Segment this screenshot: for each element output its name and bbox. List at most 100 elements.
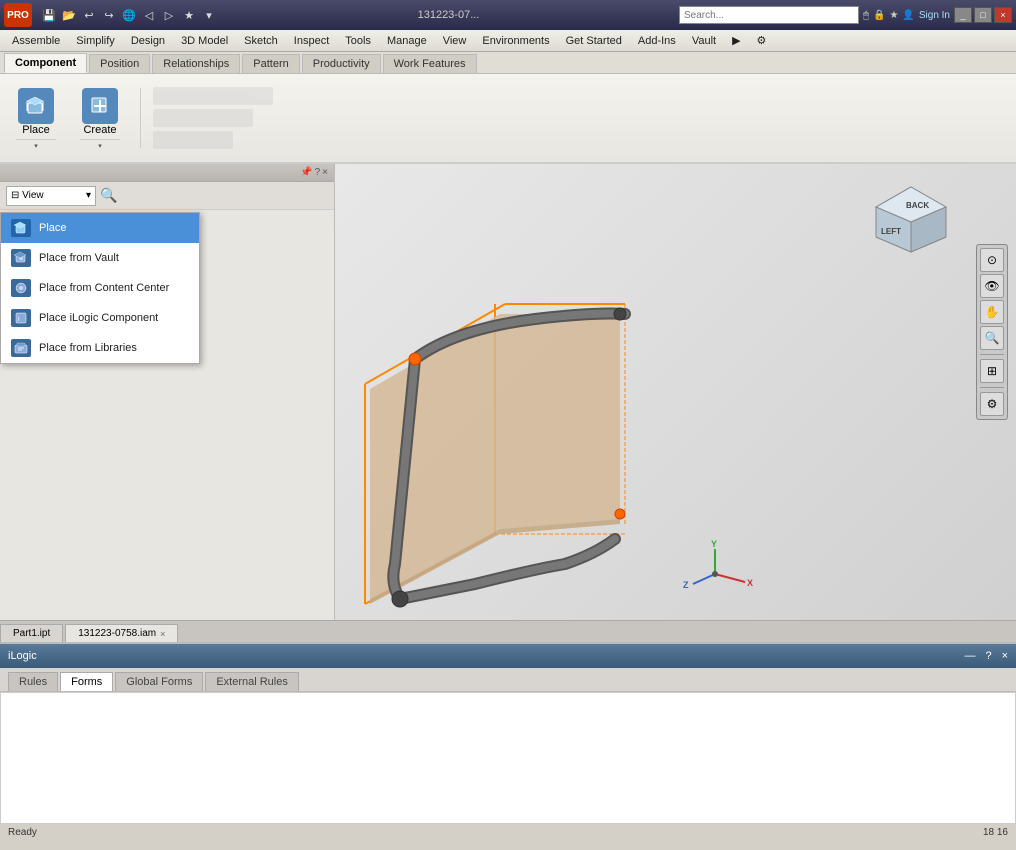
panel-tab-globalforms[interactable]: Global Forms xyxy=(115,672,203,691)
sign-in-label[interactable]: Sign In xyxy=(919,10,950,21)
bottom-panel: iLogic — ? × Rules Forms Global Forms Ex… xyxy=(0,642,1016,822)
bottom-panel-content xyxy=(0,692,1016,824)
close-btn[interactable]: × xyxy=(994,7,1012,23)
ribbon-toolbar: Place ▾ Create ▾ xyxy=(0,74,1016,164)
tab-relationships[interactable]: Relationships xyxy=(152,54,240,73)
menu-design[interactable]: Design xyxy=(123,33,173,49)
nav-back-btn[interactable]: ◁ xyxy=(140,6,158,24)
file-tab-part1-label: Part1.ipt xyxy=(13,628,50,639)
dropdown-btn[interactable]: ▾ xyxy=(200,6,218,24)
menu-3dmodel[interactable]: 3D Model xyxy=(173,33,236,49)
panel-header: 📌 ? × xyxy=(0,164,334,182)
3d-viewport[interactable]: BACK LEFT ⊙ 👁 ✋ 🔍 ⊞ ⚙ xyxy=(335,164,1016,620)
nav-forward-btn[interactable]: ▷ xyxy=(160,6,178,24)
view-arrow: ▾ xyxy=(86,190,91,201)
dropdown-menu: Place Place from Vault xyxy=(0,212,200,364)
menu-environments[interactable]: Environments xyxy=(474,33,557,49)
dropdown-item-place[interactable]: Place xyxy=(1,213,199,243)
tab-pattern[interactable]: Pattern xyxy=(242,54,299,73)
ribbon-separator xyxy=(140,88,141,148)
panel-tab-externalrules[interactable]: External Rules xyxy=(205,672,299,691)
bottom-panel-help-btn[interactable]: ? xyxy=(985,650,991,662)
3d-object: X Y Z xyxy=(335,224,855,620)
svg-text:X: X xyxy=(747,578,753,588)
maximize-btn[interactable]: □ xyxy=(974,7,992,23)
bottom-panel-header: iLogic — ? × xyxy=(0,644,1016,668)
menu-manage[interactable]: Manage xyxy=(379,33,435,49)
create-dropdown-arrow[interactable]: ▾ xyxy=(80,139,120,151)
title-search-input[interactable] xyxy=(679,6,859,24)
svg-text:Z: Z xyxy=(683,580,689,590)
bookmark-icon: ★ xyxy=(889,10,898,21)
menu-simplify[interactable]: Simplify xyxy=(68,33,123,49)
globe-btn[interactable]: 🌐 xyxy=(120,6,138,24)
panel-pin-btn[interactable]: 📌 xyxy=(300,167,312,178)
toolbar-div1 xyxy=(980,354,1004,355)
coordinates: 18 16 xyxy=(983,827,1008,838)
tab-component[interactable]: Component xyxy=(4,53,87,73)
panel-tab-rules[interactable]: Rules xyxy=(8,672,58,691)
panel-help-btn[interactable]: ? xyxy=(315,167,321,178)
place-button-group[interactable]: Place ▾ xyxy=(8,83,64,153)
panel-close-x[interactable]: × xyxy=(322,167,328,178)
dropdown-item-content-center[interactable]: Place from Content Center xyxy=(1,273,199,303)
save-btn[interactable]: 💾 xyxy=(40,6,58,24)
search-icon[interactable]: 🔍 xyxy=(100,187,117,204)
place-dropdown-arrow[interactable]: ▾ xyxy=(16,139,56,151)
menu-addins[interactable]: Add-Ins xyxy=(630,33,684,49)
main-area: 📌 ? × ⊟ View ▾ 🔍 Pl xyxy=(0,164,1016,620)
bottom-panel-minimize-btn[interactable]: — xyxy=(964,650,975,662)
menu-inspect[interactable]: Inspect xyxy=(286,33,337,49)
toolbar-div2 xyxy=(980,387,1004,388)
zoom-all-btn[interactable]: ⊞ xyxy=(980,359,1004,383)
star-btn[interactable]: ★ xyxy=(180,6,198,24)
orbit-btn[interactable]: ⊙ xyxy=(980,248,1004,272)
zoom-btn[interactable]: 🔍 xyxy=(980,326,1004,350)
view-dropdown[interactable]: ⊟ View ▾ xyxy=(6,186,96,206)
look-btn[interactable]: 👁 xyxy=(980,274,1004,298)
svg-text:Y: Y xyxy=(711,539,717,549)
file-tab-close-icon[interactable]: × xyxy=(160,629,165,639)
create-top[interactable]: Create xyxy=(76,85,124,139)
menu-settings[interactable]: ⚙ xyxy=(749,32,775,49)
tab-position[interactable]: Position xyxy=(89,54,150,73)
title-bar: PRO 💾 📂 ↩ ↪ 🌐 ◁ ▷ ★ ▾ 131223-07... 🖱 🔒 ★… xyxy=(0,0,1016,30)
place-top[interactable]: Place xyxy=(12,85,60,139)
create-button-group[interactable]: Create ▾ xyxy=(72,83,128,153)
menu-view[interactable]: View xyxy=(435,33,475,49)
pan-btn[interactable]: ✋ xyxy=(980,300,1004,324)
menu-more[interactable]: ▶ xyxy=(724,32,748,49)
more-tools xyxy=(153,87,273,149)
tab-productivity[interactable]: Productivity xyxy=(302,54,381,73)
bottom-panel-close-btn[interactable]: × xyxy=(1002,650,1008,662)
undo-btn[interactable]: ↩ xyxy=(80,6,98,24)
viewcube[interactable]: BACK LEFT xyxy=(866,182,956,257)
user-icon: 👤 xyxy=(902,10,914,21)
title-bar-right: 🖱 🔒 ★ 👤 Sign In xyxy=(863,10,950,21)
open-btn[interactable]: 📂 xyxy=(60,6,78,24)
ready-status: Ready xyxy=(8,827,37,838)
menu-tools[interactable]: Tools xyxy=(337,33,379,49)
svg-text:BACK: BACK xyxy=(906,201,929,210)
menu-getstarted[interactable]: Get Started xyxy=(558,33,630,49)
menu-assemble[interactable]: Assemble xyxy=(4,33,68,49)
dropdown-item-libraries[interactable]: Place from Libraries xyxy=(1,333,199,363)
redo-btn[interactable]: ↪ xyxy=(100,6,118,24)
dropdown-item-ilogic[interactable]: i Place iLogic Component xyxy=(1,303,199,333)
menu-vault[interactable]: Vault xyxy=(684,33,724,49)
file-tab-part1[interactable]: Part1.ipt xyxy=(0,624,63,642)
panel-tab-forms[interactable]: Forms xyxy=(60,672,113,691)
menu-sketch[interactable]: Sketch xyxy=(236,33,286,49)
bottom-panel-title: iLogic xyxy=(8,650,37,662)
dropdown-item-vault[interactable]: Place from Vault xyxy=(1,243,199,273)
tab-workfeatures[interactable]: Work Features xyxy=(383,54,477,73)
quick-access-toolbar: 💾 📂 ↩ ↪ 🌐 ◁ ▷ ★ ▾ xyxy=(40,6,218,24)
view-selector-row: ⊟ View ▾ 🔍 xyxy=(0,182,334,210)
minimize-btn[interactable]: _ xyxy=(954,7,972,23)
bottom-panel-tabs: Rules Forms Global Forms External Rules xyxy=(0,668,1016,692)
viewport-area: BACK LEFT ⊙ 👁 ✋ 🔍 ⊞ ⚙ xyxy=(335,164,1016,620)
file-tab-assembly[interactable]: 131223-0758.iam × xyxy=(65,624,178,642)
left-panel: 📌 ? × ⊟ View ▾ 🔍 Pl xyxy=(0,164,335,620)
panel-controls: 📌 ? × xyxy=(300,167,328,178)
settings-btn[interactable]: ⚙ xyxy=(980,392,1004,416)
